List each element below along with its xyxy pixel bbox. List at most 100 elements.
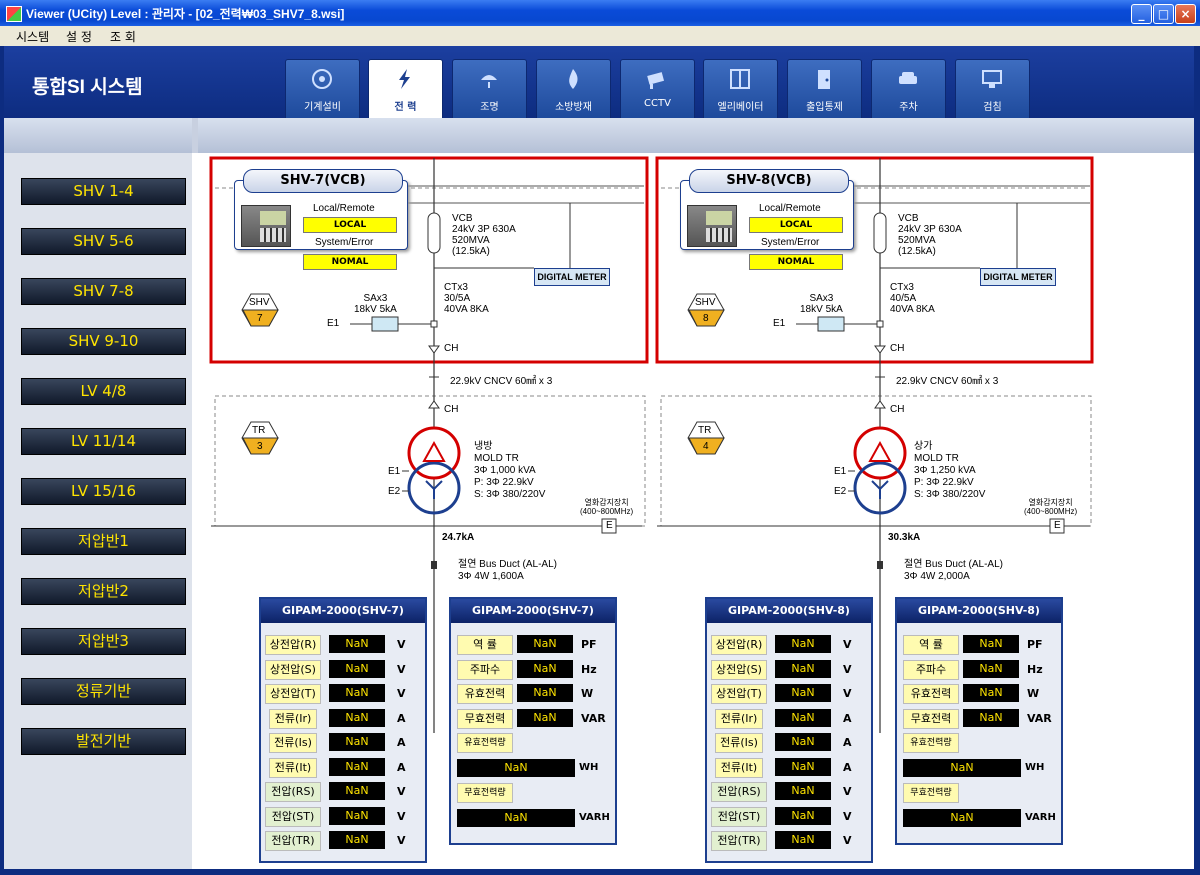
gipam-row-value: NaN [775, 831, 831, 849]
relay-device-image [241, 205, 291, 247]
app-icon [6, 6, 22, 22]
camera-icon [647, 72, 665, 89]
gipam-row-label: 상전압(T) [265, 684, 321, 704]
gipam-row-label: 전류(It) [269, 757, 317, 778]
tab-metering[interactable]: 검침 [955, 59, 1030, 118]
nav-button[interactable]: 저압반2 [21, 578, 186, 605]
tr4-spec: 상가 MOLD TR 3Φ 1,250 kVA P: 3Φ 22.9kV S: 3Φ 3… [914, 441, 986, 500]
gipam-row-label: 전압(RS) [265, 782, 321, 802]
shv8-digital-meter[interactable]: DIGITAL METER [980, 268, 1056, 286]
shv8-vcb-panel[interactable]: SHV-8(VCB) Local/Remote LOCAL System/Err… [680, 169, 854, 250]
gipam-row-label: 전류(Is) [269, 733, 317, 753]
gipam-row-unit: Hz [1027, 662, 1043, 676]
nav-button[interactable]: LV 15/16 [21, 478, 186, 505]
maximize-button[interactable]: □ [1153, 4, 1174, 24]
gipam-row-label: 주파수 [903, 659, 959, 680]
tr4-e2-label: E2 [834, 486, 847, 497]
tr3-detector: 열화감지장치 (400~800MHz) [580, 498, 634, 516]
menu-settings[interactable]: 설 정 [66, 28, 92, 45]
system-error-label: System/Error [315, 237, 374, 248]
gipam-row-label: 전압(ST) [711, 806, 767, 827]
lightning-icon [399, 69, 410, 89]
tab-power[interactable]: 전 력 [368, 59, 443, 118]
local-remote-status: LOCAL [303, 217, 397, 233]
window-titlebar: Viewer (UCity) Level : 관리자 - [02_전력₩03_S… [0, 0, 1200, 26]
close-button[interactable]: × [1175, 4, 1196, 24]
gipam-row-label: 역 률 [903, 635, 959, 655]
tr3-fault-current: 24.7kA [442, 532, 475, 543]
tab-cctv[interactable]: CCTV [620, 59, 695, 118]
tab-label: 주차 [899, 102, 918, 113]
nav-button[interactable]: 저압반3 [21, 628, 186, 655]
gipam-row-label: 전압(TR) [711, 831, 767, 851]
lamp-icon [481, 75, 497, 88]
shv7-vcb-spec: VCB 24kV 3P 630A 520MVA (12.5kA) [452, 213, 516, 257]
tab-label: 검침 [983, 102, 1002, 113]
menu-bar: 시스템 설 정 조 회 [0, 26, 1200, 46]
gipam-energy-label: 무효전력량 [457, 783, 513, 803]
gipam-shv7-voltage-current: GIPAM-2000(SHV-7) 상전압(R) NaN V 상전압(S) NaN V 상전… [259, 597, 427, 863]
flame-icon [569, 69, 578, 89]
minimize-button[interactable]: _ [1131, 4, 1152, 24]
tr3-ch-label: CH [444, 404, 459, 415]
nav-button[interactable]: 정류기반 [21, 678, 186, 705]
tab-fire[interactable]: 소방방재 [536, 59, 611, 118]
gipam-row-value: NaN [963, 684, 1019, 702]
gipam-row-label: 전압(ST) [265, 806, 321, 827]
nav-button[interactable]: SHV 9-10 [21, 328, 186, 355]
gipam-row-unit: PF [581, 638, 597, 651]
tab-label: 전 력 [394, 102, 417, 113]
relay-device-image [687, 205, 737, 247]
menu-system[interactable]: 시스템 [16, 28, 49, 45]
nav-button[interactable]: LV 4/8 [21, 378, 186, 405]
gipam-row-value: NaN [329, 782, 385, 800]
gipam-row-unit: Hz [581, 662, 597, 676]
gipam-shv8-voltage-current: GIPAM-2000(SHV-8) 상전압(R) NaN V 상전압(S) NaN V 상전… [705, 597, 873, 863]
gipam-row-label: 유효전력 [903, 684, 959, 704]
gipam-row-label: 주파수 [457, 659, 513, 680]
nav-button[interactable]: 발전기반 [21, 728, 186, 755]
gipam-row-value: NaN [775, 684, 831, 702]
gipam-row-label: 전압(TR) [265, 831, 321, 851]
gipam-row-value: NaN [963, 659, 1019, 678]
local-remote-label: Local/Remote [759, 203, 821, 214]
gipam-row-label: 상전압(T) [711, 684, 767, 704]
gipam-row-unit: W [581, 687, 594, 700]
nav-button[interactable]: SHV 5-6 [21, 228, 186, 255]
gipam-energy-value: NaN [903, 809, 1021, 827]
tab-access[interactable]: 출입통제 [787, 59, 862, 118]
gipam-title: GIPAM-2000(SHV-8) [897, 599, 1061, 623]
shv7-digital-meter[interactable]: DIGITAL METER [534, 268, 610, 286]
monitor-icon [982, 70, 1002, 88]
gipam-row-label: 상전압(S) [711, 659, 767, 680]
car-icon [899, 72, 917, 84]
gipam-energy-label: 유효전력량 [903, 733, 959, 753]
tab-parking[interactable]: 주차 [871, 59, 946, 118]
gipam-row-value: NaN [329, 708, 385, 727]
shv7-vcb-panel[interactable]: SHV-7(VCB) Local/Remote LOCAL System/Err… [234, 169, 408, 250]
gipam-row-label: 상전압(R) [711, 635, 767, 655]
nav-button[interactable]: SHV 7-8 [21, 278, 186, 305]
nav-button[interactable]: SHV 1-4 [21, 178, 186, 205]
gipam-row-label: 상전압(S) [265, 659, 321, 680]
tr4-fault-current: 30.3kA [888, 532, 921, 543]
gipam-row-value: NaN [775, 757, 831, 776]
gipam-row-value: NaN [963, 708, 1019, 727]
door-icon [818, 70, 830, 89]
gipam-energy-value: NaN [903, 759, 1021, 777]
gipam-row-value: NaN [329, 684, 385, 702]
gipam-row-unit: PF [1027, 638, 1043, 651]
gipam-row-label: 전류(It) [715, 757, 763, 778]
tr4-ch-label: CH [890, 404, 905, 415]
gipam-row-value: NaN [775, 708, 831, 727]
menu-query[interactable]: 조 회 [110, 28, 136, 45]
nav-button[interactable]: LV 11/14 [21, 428, 186, 455]
elevator-icon [730, 69, 750, 89]
tab-elevator[interactable]: 엘리베이터 [703, 59, 778, 118]
shv8-system-error-status: NOMAL [749, 254, 843, 270]
nav-button[interactable]: 저압반1 [21, 528, 186, 555]
tab-mechanical[interactable]: 기계설비 [285, 59, 360, 118]
tab-label: 엘리베이터 [717, 102, 764, 113]
tab-lighting[interactable]: 조명 [452, 59, 527, 118]
tr4-detector: 열화감지장치 (400~800MHz) [1024, 498, 1078, 516]
